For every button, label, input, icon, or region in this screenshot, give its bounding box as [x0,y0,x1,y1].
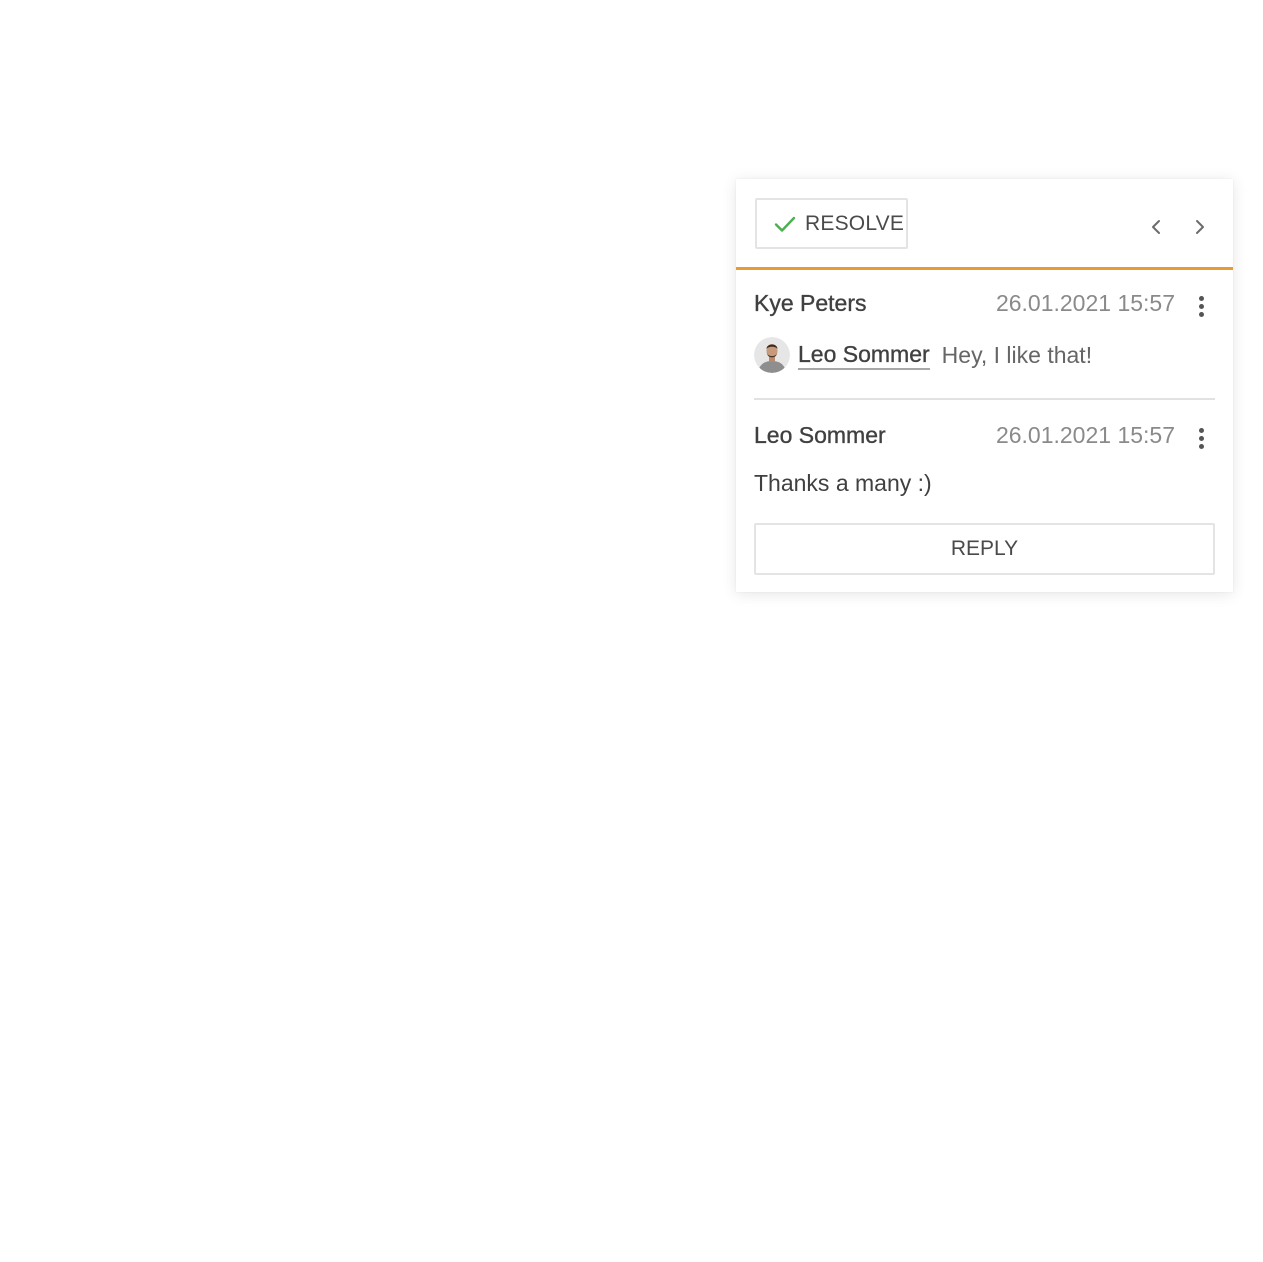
comment-item: Leo Sommer 26.01.2021 15:57 Thanks a man… [754,400,1215,520]
comment-author: Leo Sommer [754,422,886,448]
more-vertical-icon[interactable] [1195,426,1207,452]
check-icon [774,216,796,232]
comment-toolbar: RESOLVE [736,179,1233,270]
more-vertical-icon[interactable] [1195,294,1207,320]
comment-timestamp: 26.01.2021 15:57 [995,422,1175,448]
comment-thread: Kye Peters 26.01.2021 15:57 Leo Sommer H… [736,270,1233,520]
chevron-left-icon[interactable] [1144,215,1168,239]
avatar-image [754,337,790,373]
comment-item: Kye Peters 26.01.2021 15:57 Leo Sommer H… [754,270,1215,400]
comment-text: Hey, I like that! [941,341,1093,368]
user-mention[interactable]: Leo Sommer [798,340,930,370]
resolve-label: RESOLVE [805,211,905,235]
chevron-right-icon[interactable] [1188,215,1212,239]
reply-button[interactable]: REPLY [754,523,1215,575]
comment-text: Thanks a many :) [754,470,932,496]
comment-panel: RESOLVE Kye Peters 26.01.2021 15:57 Leo … [736,179,1233,592]
comment-timestamp: 26.01.2021 15:57 [995,290,1175,316]
comment-content: Leo Sommer Hey, I like that! [754,337,1092,373]
resolve-button[interactable]: RESOLVE [755,198,908,249]
comment-author: Kye Peters [754,290,867,316]
avatar [754,337,790,373]
